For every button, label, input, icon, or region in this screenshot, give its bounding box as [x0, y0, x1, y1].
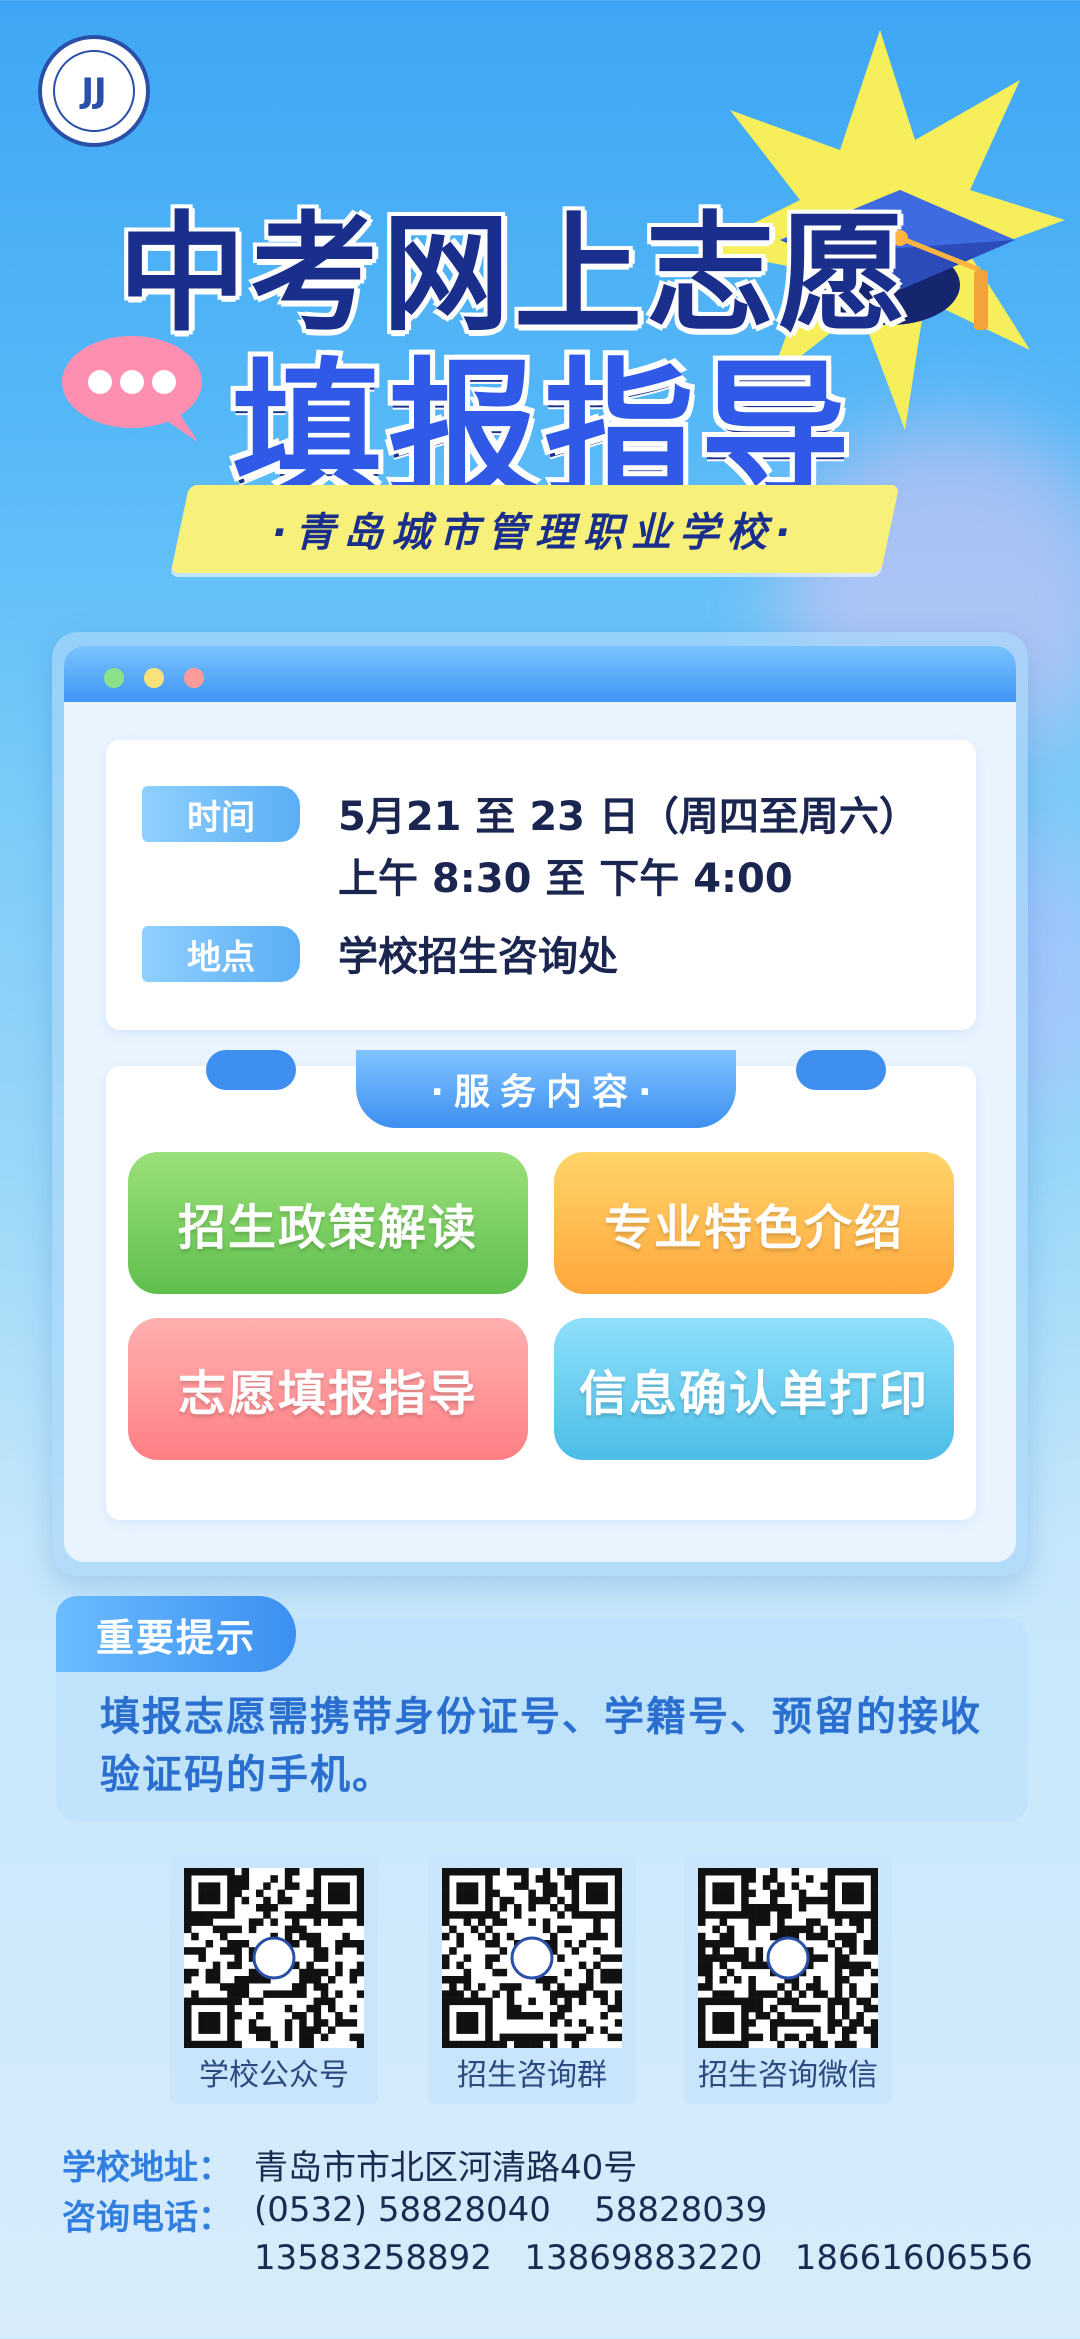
services-title: ·服务内容·: [356, 1050, 736, 1128]
qr-label: 学校公众号: [199, 2058, 349, 2093]
phone-line-1: (0532) 58828040 58828039: [254, 2190, 768, 2230]
notice-tag: 重要提示: [56, 1596, 296, 1672]
notice-text: 填报志愿需携带身份证号、学籍号、预留的接收验证码的手机。: [100, 1694, 982, 1798]
address-text: 青岛市市北区河清路40号: [254, 2148, 638, 2188]
tab-ear-left: [206, 1050, 296, 1090]
service-policy-button[interactable]: 招生政策解读: [128, 1152, 528, 1294]
phone-label: 咨询电话：: [62, 2198, 232, 2238]
window-dot-yellow: [144, 668, 164, 688]
info-window: 时间 5月21 至 23 日（周四至周六） 上午 8:30 至 下午 4:00 …: [52, 632, 1028, 1576]
logo-mark: JJ: [53, 50, 135, 132]
time-line-1: 5月21 至 23 日（周四至周六）: [338, 794, 919, 840]
tab-ear-right: [796, 1050, 886, 1090]
school-name: ·青岛城市管理职业学校·: [271, 510, 799, 556]
qr-code-icon: [698, 1868, 878, 2048]
window-content: 时间 5月21 至 23 日（周四至周六） 上午 8:30 至 下午 4:00 …: [64, 646, 1016, 1562]
service-guide-button[interactable]: 志愿填报指导: [128, 1318, 528, 1460]
qr-official-account[interactable]: 学校公众号: [170, 1854, 378, 2104]
service-print-button[interactable]: 信息确认单打印: [554, 1318, 954, 1460]
service-major-button[interactable]: 专业特色介绍: [554, 1152, 954, 1294]
window-dot-red: [184, 668, 204, 688]
place-tag: 地点: [142, 926, 300, 982]
window-dot-green: [104, 668, 124, 688]
address-label: 学校地址：: [62, 2148, 232, 2188]
time-place-card: 时间 5月21 至 23 日（周四至周六） 上午 8:30 至 下午 4:00 …: [106, 740, 976, 1030]
qr-label: 招生咨询微信: [698, 2058, 878, 2093]
time-tag: 时间: [142, 786, 300, 842]
services-card: ·服务内容· 招生政策解读 专业特色介绍 志愿填报指导 信息确认单打印: [106, 1050, 976, 1520]
qr-consult-wechat[interactable]: 招生咨询微信: [684, 1854, 892, 2104]
place-text: 学校招生咨询处: [338, 934, 618, 980]
school-logo: JJ: [38, 35, 150, 147]
window-titlebar: [64, 646, 1016, 702]
qr-code-icon: [184, 1868, 364, 2048]
qr-consult-group[interactable]: 招生咨询群: [428, 1854, 636, 2104]
qr-code-icon: [442, 1868, 622, 2048]
phone-line-2: 13583258892 13869883220 18661606556: [254, 2238, 1033, 2278]
qr-label: 招生咨询群: [457, 2058, 607, 2093]
time-line-2: 上午 8:30 至 下午 4:00: [338, 856, 793, 902]
